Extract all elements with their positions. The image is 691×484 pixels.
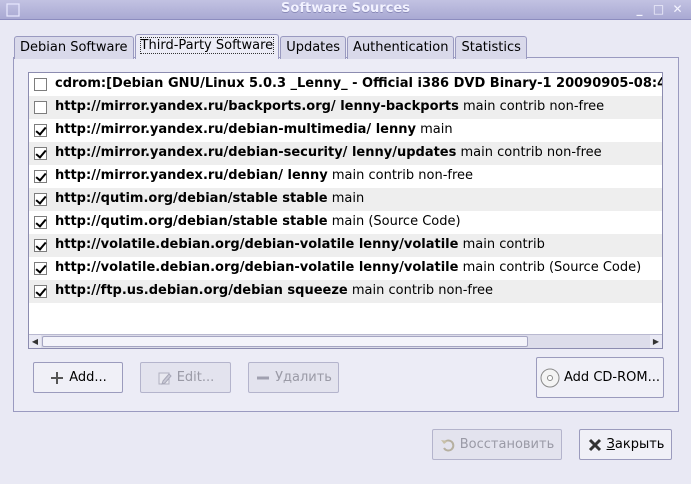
window-title: Software Sources	[281, 1, 410, 16]
source-uri: http://mirror.yandex.ru/debian/ lenny	[55, 168, 328, 183]
source-checkbox[interactable]	[34, 239, 47, 252]
close-button[interactable]: Закрыть	[579, 429, 672, 460]
source-checkbox[interactable]	[34, 101, 47, 114]
source-text: http://mirror.yandex.ru/backports.org/ l…	[55, 99, 604, 114]
remove-button[interactable]: Удалить	[248, 362, 339, 393]
tab-label: Debian Software	[20, 40, 128, 55]
source-row[interactable]: http://volatile.debian.org/debian-volati…	[29, 257, 662, 280]
source-row[interactable]: http://qutim.org/debian/stable stable ma…	[29, 188, 662, 211]
remove-button-label: Удалить	[275, 370, 332, 385]
title-bar: Software Sources _ □ ✕	[0, 0, 691, 20]
source-text: http://mirror.yandex.ru/debian-security/…	[55, 145, 602, 160]
tab-statistics[interactable]: Statistics	[455, 36, 527, 59]
minimize-icon[interactable]: _	[632, 2, 647, 17]
scrollbar-thumb[interactable]	[42, 336, 528, 347]
source-components: main	[327, 191, 365, 206]
tab-label: Statistics	[461, 40, 521, 55]
source-components: main contrib non-free	[456, 145, 602, 160]
source-row[interactable]: http://mirror.yandex.ru/backports.org/ l…	[29, 96, 662, 119]
add-button[interactable]: Add...	[33, 362, 123, 393]
window-close-icon[interactable]: ✕	[670, 2, 685, 17]
source-uri: cdrom:[Debian GNU/Linux 5.0.3 _Lenny_ - …	[55, 76, 662, 91]
source-row[interactable]: http://mirror.yandex.ru/debian-multimedi…	[29, 119, 662, 142]
add-button-label: Add...	[69, 370, 107, 385]
source-components: main contrib non-free	[347, 283, 494, 298]
source-text: http://mirror.yandex.ru/debian/ lenny ma…	[55, 168, 473, 183]
source-components: main contrib non-free	[458, 99, 605, 114]
edit-button[interactable]: Edit...	[140, 362, 231, 393]
source-checkbox[interactable]	[34, 193, 47, 206]
source-text: http://volatile.debian.org/debian-volati…	[55, 237, 545, 252]
source-uri: http://volatile.debian.org/debian-volati…	[55, 260, 459, 275]
source-uri: http://qutim.org/debian/stable stable	[55, 191, 328, 206]
tab-label: Updates	[286, 40, 341, 55]
source-uri: http://mirror.yandex.ru/debian-security/…	[55, 145, 457, 160]
source-uri: http://ftp.us.debian.org/debian squeeze	[55, 283, 348, 298]
source-text: http://ftp.us.debian.org/debian squeeze …	[55, 283, 493, 298]
source-row[interactable]: http://qutim.org/debian/stable stable ma…	[29, 211, 662, 234]
horizontal-scrollbar[interactable]: ◀ ▶	[29, 334, 662, 348]
source-row[interactable]: http://volatile.debian.org/debian-volati…	[29, 234, 662, 257]
close-x-icon	[588, 438, 601, 451]
source-text: http://volatile.debian.org/debian-volati…	[55, 260, 641, 275]
source-checkbox[interactable]	[34, 216, 47, 229]
source-row[interactable]: http://mirror.yandex.ru/debian/ lenny ma…	[29, 165, 662, 188]
scroll-left-icon[interactable]: ◀	[29, 335, 41, 348]
edit-icon	[158, 372, 172, 385]
source-text: http://qutim.org/debian/stable stable ma…	[55, 191, 364, 206]
tab-label: Authentication	[353, 40, 449, 55]
source-text: http://mirror.yandex.ru/debian-multimedi…	[55, 122, 453, 137]
source-checkbox[interactable]	[34, 262, 47, 275]
source-row[interactable]: cdrom:[Debian GNU/Linux 5.0.3 _Lenny_ - …	[29, 73, 662, 96]
source-components: main contrib (Source Code)	[458, 260, 642, 275]
source-row[interactable]: http://ftp.us.debian.org/debian squeeze …	[29, 280, 662, 303]
source-checkbox[interactable]	[34, 147, 47, 160]
source-checkbox[interactable]	[34, 170, 47, 183]
tab-debian-software[interactable]: Debian Software	[14, 36, 134, 59]
source-text: cdrom:[Debian GNU/Linux 5.0.3 _Lenny_ - …	[55, 76, 662, 91]
source-uri: http://mirror.yandex.ru/debian-multimedi…	[55, 122, 416, 137]
source-row[interactable]: http://mirror.yandex.ru/debian-security/…	[29, 142, 662, 165]
source-text: http://qutim.org/debian/stable stable ma…	[55, 214, 461, 229]
tab-label: Third-Party Software	[139, 37, 275, 54]
maximize-icon[interactable]: □	[651, 2, 666, 17]
scroll-right-icon[interactable]: ▶	[650, 335, 662, 348]
tab-authentication[interactable]: Authentication	[347, 36, 455, 59]
tab-updates[interactable]: Updates	[280, 36, 347, 59]
source-uri: http://qutim.org/debian/stable stable	[55, 214, 328, 229]
source-checkbox[interactable]	[34, 124, 47, 137]
add-cdrom-button-label: Add CD-ROM...	[564, 370, 660, 385]
close-button-label: Закрыть	[607, 437, 665, 452]
cdrom-icon	[540, 368, 560, 387]
close-label-mnemonic: З	[606, 437, 615, 452]
minus-icon	[257, 376, 270, 379]
revert-icon	[440, 439, 454, 451]
source-checkbox[interactable]	[34, 78, 47, 91]
tab-bar: Debian Software Third-Party Software Upd…	[14, 34, 528, 59]
close-label-rest: акрыть	[614, 437, 665, 452]
source-uri: http://volatile.debian.org/debian-volati…	[55, 237, 459, 252]
revert-button-label: Восстановить	[459, 437, 555, 452]
source-uri: http://mirror.yandex.ru/backports.org/ l…	[55, 99, 459, 114]
revert-button[interactable]: Восстановить	[432, 429, 562, 460]
source-components: main (Source Code)	[327, 214, 461, 229]
add-cdrom-button[interactable]: Add CD-ROM...	[536, 357, 664, 398]
plus-icon	[51, 371, 64, 384]
source-components: main contrib	[458, 237, 545, 252]
sources-list[interactable]: cdrom:[Debian GNU/Linux 5.0.3 _Lenny_ - …	[28, 72, 663, 349]
source-components: main	[415, 122, 453, 137]
tab-third-party-software[interactable]: Third-Party Software	[134, 34, 280, 59]
edit-button-label: Edit...	[176, 370, 215, 385]
source-components: main contrib non-free	[327, 168, 474, 183]
source-checkbox[interactable]	[34, 285, 47, 298]
